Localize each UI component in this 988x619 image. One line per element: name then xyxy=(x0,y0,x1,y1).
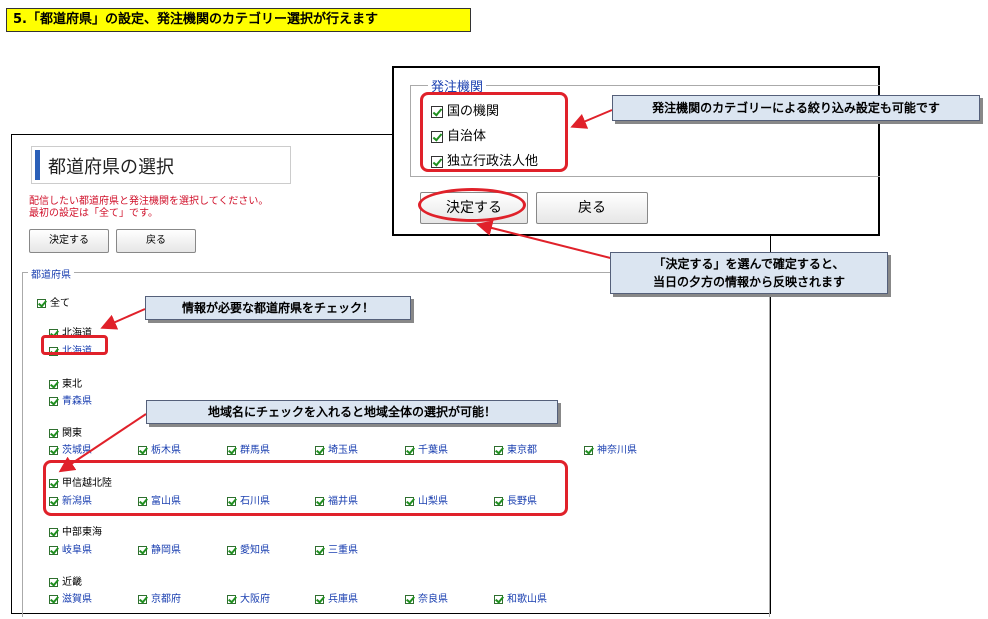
arrow-hokkaido xyxy=(100,308,146,330)
callout-agency: 発注機関のカテゴリーによる絞り込み設定も可能です xyxy=(612,95,980,121)
callout-decide: 「決定する」を選んで確定すると、 当日の夕方の情報から反映されます xyxy=(610,252,888,294)
callout-check-region: 地域名にチェックを入れると地域全体の選択が可能！ xyxy=(146,400,558,424)
callout-check-pref: 情報が必要な都道府県をチェック！ xyxy=(145,296,411,320)
arrow-region xyxy=(58,413,147,473)
arrow-agency xyxy=(570,109,613,129)
callout-decide-line1: 「決定する」を選んで確定すると、 xyxy=(653,257,845,271)
callout-decide-line2: 当日の夕方の情報から反映されます xyxy=(652,275,845,289)
